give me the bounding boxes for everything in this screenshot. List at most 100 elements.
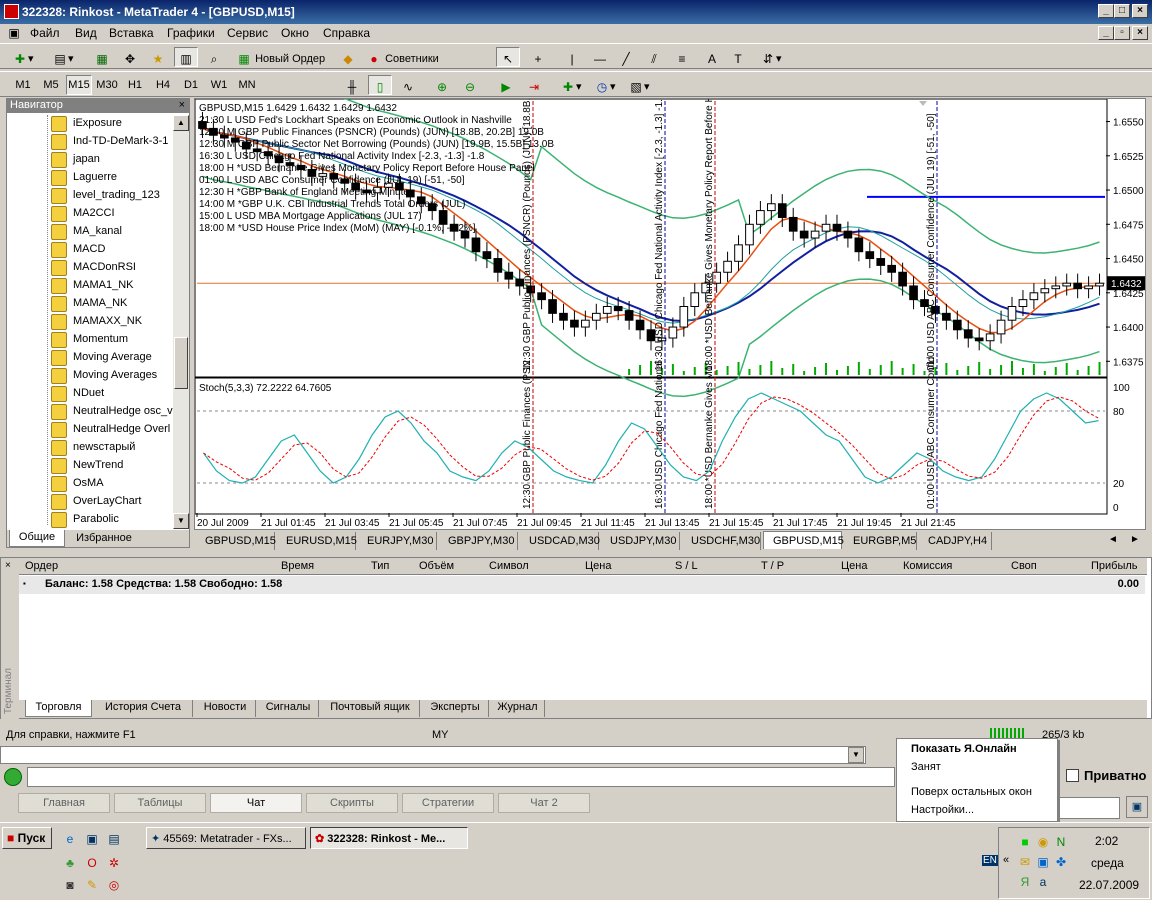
col-symbol[interactable]: Символ	[489, 560, 529, 575]
channel-button[interactable]: ⫽	[642, 47, 666, 67]
symbol-tab[interactable]: EURUSD,M15	[277, 532, 357, 550]
timeframe-w1-button[interactable]: W1	[206, 75, 232, 95]
menu-service[interactable]: Сервис	[227, 26, 268, 40]
save-icon[interactable]: ▤	[106, 831, 122, 847]
new-order-button[interactable]: ▦ Новый Ордер	[232, 47, 329, 67]
symbol-tab[interactable]: GBPJPY,M30	[439, 532, 518, 550]
col-price[interactable]: Цена	[585, 560, 611, 575]
timeframe-h1-button[interactable]: H1	[122, 75, 148, 95]
ie-icon[interactable]: e	[62, 831, 78, 847]
col-profit[interactable]: Прибыль	[1091, 560, 1138, 575]
col-order[interactable]: Ордер	[25, 560, 58, 575]
navigator-item[interactable]: MAMAXX_NK	[51, 313, 179, 331]
symbol-tab[interactable]: EURJPY,M30	[358, 532, 437, 550]
navigator-item[interactable]: MACD	[51, 241, 179, 259]
menu-insert[interactable]: Вставка	[109, 26, 154, 40]
scroll-thumb[interactable]	[174, 337, 188, 389]
task-metatrader-1[interactable]: ✦ 45569: Metatrader - FXs...	[146, 827, 306, 849]
child-minimize-button[interactable]: _	[1098, 26, 1114, 40]
terminal-tab[interactable]: Новости	[195, 700, 256, 717]
chart-window[interactable]: 1.6550 1.6525 1.6500 1.6475 1.6450 1.6425 1.64…	[194, 98, 1146, 530]
col-tp[interactable]: T / P	[761, 560, 784, 575]
tray-tool-icon[interactable]: ♣	[62, 855, 78, 871]
scroll-down-icon[interactable]: ▼	[173, 513, 189, 529]
symtab-scroll-left-icon[interactable]: ◄	[1108, 534, 1118, 545]
navigator-item[interactable]: Parabolic	[51, 511, 179, 529]
chat-tab[interactable]: Таблицы	[114, 793, 206, 813]
opera2-icon[interactable]: ◎	[106, 877, 122, 893]
tray-net-icon[interactable]: ▣	[1035, 854, 1051, 870]
tray-mail-icon[interactable]: ✉	[1017, 854, 1033, 870]
market-watch-button[interactable]: ▦	[90, 47, 114, 67]
media-icon[interactable]: ▣	[84, 831, 100, 847]
col-swap[interactable]: Своп	[1011, 560, 1037, 575]
col-type[interactable]: Тип	[371, 560, 389, 575]
col-commission[interactable]: Комиссия	[903, 560, 952, 575]
scroll-up-icon[interactable]: ▲	[173, 115, 189, 131]
menu-show-online[interactable]: Показать Я.Онлайн	[911, 743, 1017, 755]
chat-tab[interactable]: Чат 2	[498, 793, 590, 813]
tester-button[interactable]: ⌕	[202, 47, 226, 67]
balance-row[interactable]: ▪ Баланс: 1.58 Средства: 1.58 Свободно: …	[19, 576, 1145, 594]
bar-chart-button[interactable]: ╫	[340, 75, 364, 95]
navigator-item[interactable]: OverLayChart	[51, 493, 179, 511]
candle-chart-button[interactable]: ▯	[368, 75, 392, 95]
navigator-item[interactable]: MAMA1_NK	[51, 277, 179, 295]
camera-icon[interactable]: ◙	[62, 877, 78, 893]
timeframe-m15-button[interactable]: M15	[66, 75, 92, 95]
indicators-button[interactable]: ✚ ▾	[556, 75, 586, 95]
autoscroll-button[interactable]: ▶	[494, 75, 518, 95]
navigator-item[interactable]: Moving Average	[51, 349, 179, 367]
menu-busy[interactable]: Занят	[911, 761, 941, 773]
tray-ya-icon[interactable]: Я	[1017, 874, 1033, 890]
chat-tab[interactable]: Скрипты	[306, 793, 398, 813]
navigator-item[interactable]: Laguerre	[51, 169, 179, 187]
profiles-button[interactable]: ▤ ▾	[48, 47, 78, 67]
chat-message-input[interactable]	[27, 767, 895, 787]
zoom-out-button[interactable]: ⊖	[458, 75, 482, 95]
experts-button[interactable]: ● Советники	[362, 47, 443, 67]
zoom-in-button[interactable]: ⊕	[430, 75, 454, 95]
tray-msn-icon[interactable]: ✤	[1053, 854, 1069, 870]
periods-button[interactable]: ◷ ▾	[590, 75, 620, 95]
line-chart-button[interactable]: ∿	[396, 75, 420, 95]
navigator-item[interactable]: newsстарый	[51, 439, 179, 457]
maximize-button[interactable]: □	[1114, 4, 1130, 18]
col-price2[interactable]: Цена	[841, 560, 867, 575]
trendline-button[interactable]: ╱	[614, 47, 638, 67]
symbol-tab[interactable]: USDJPY,M30	[601, 532, 680, 550]
arrows-button[interactable]: ⇵ ▾	[756, 47, 786, 67]
terminal-button[interactable]: ▥	[174, 47, 198, 67]
terminal-tab[interactable]: Журнал	[491, 700, 545, 717]
col-sl[interactable]: S / L	[675, 560, 698, 575]
navigator-item[interactable]: MA_kanal	[51, 223, 179, 241]
chat-tab[interactable]: Чат	[210, 793, 302, 813]
terminal-tab[interactable]: Торговля	[25, 700, 92, 717]
clock-time[interactable]: 2:02	[1095, 834, 1118, 848]
navigator-item[interactable]: iExposure	[51, 115, 179, 133]
terminal-close-icon[interactable]: ×	[5, 560, 11, 571]
timeframe-m1-button[interactable]: M1	[10, 75, 36, 95]
text-button[interactable]: A	[700, 47, 724, 67]
network-icon[interactable]: ▣	[1126, 796, 1148, 818]
symbol-tab[interactable]: EURGBP,M5	[844, 532, 917, 550]
navigator-item[interactable]: MACDonRSI	[51, 259, 179, 277]
timeframe-mn-button[interactable]: MN	[234, 75, 260, 95]
symbol-tab[interactable]: CADJPY,H4	[919, 532, 992, 550]
tab-general[interactable]: Общие	[9, 530, 65, 547]
col-time[interactable]: Время	[281, 560, 314, 575]
tools-icon[interactable]: ✎	[84, 877, 100, 893]
timeframe-m5-button[interactable]: M5	[38, 75, 64, 95]
status-online-icon[interactable]	[4, 768, 22, 786]
price-chart[interactable]: 1.65501.65251.65001.64751.64501.64251.64…	[195, 99, 1145, 529]
col-volume[interactable]: Объём	[419, 560, 454, 575]
navigator-item[interactable]: NeutralHedge osc_v	[51, 403, 179, 421]
minimize-button[interactable]: _	[1098, 4, 1114, 18]
lang-indicator[interactable]: EN	[982, 855, 998, 866]
terminal-tab[interactable]: Сигналы	[258, 700, 319, 717]
chat-tab[interactable]: Стратегии	[402, 793, 494, 813]
symbol-tab[interactable]: GBPUSD,M15	[196, 532, 276, 550]
navigator-item[interactable]: MAMA_NK	[51, 295, 179, 313]
chat-dropdown-icon[interactable]: ▼	[848, 747, 864, 763]
tray-a-icon[interactable]: a	[1035, 874, 1051, 890]
